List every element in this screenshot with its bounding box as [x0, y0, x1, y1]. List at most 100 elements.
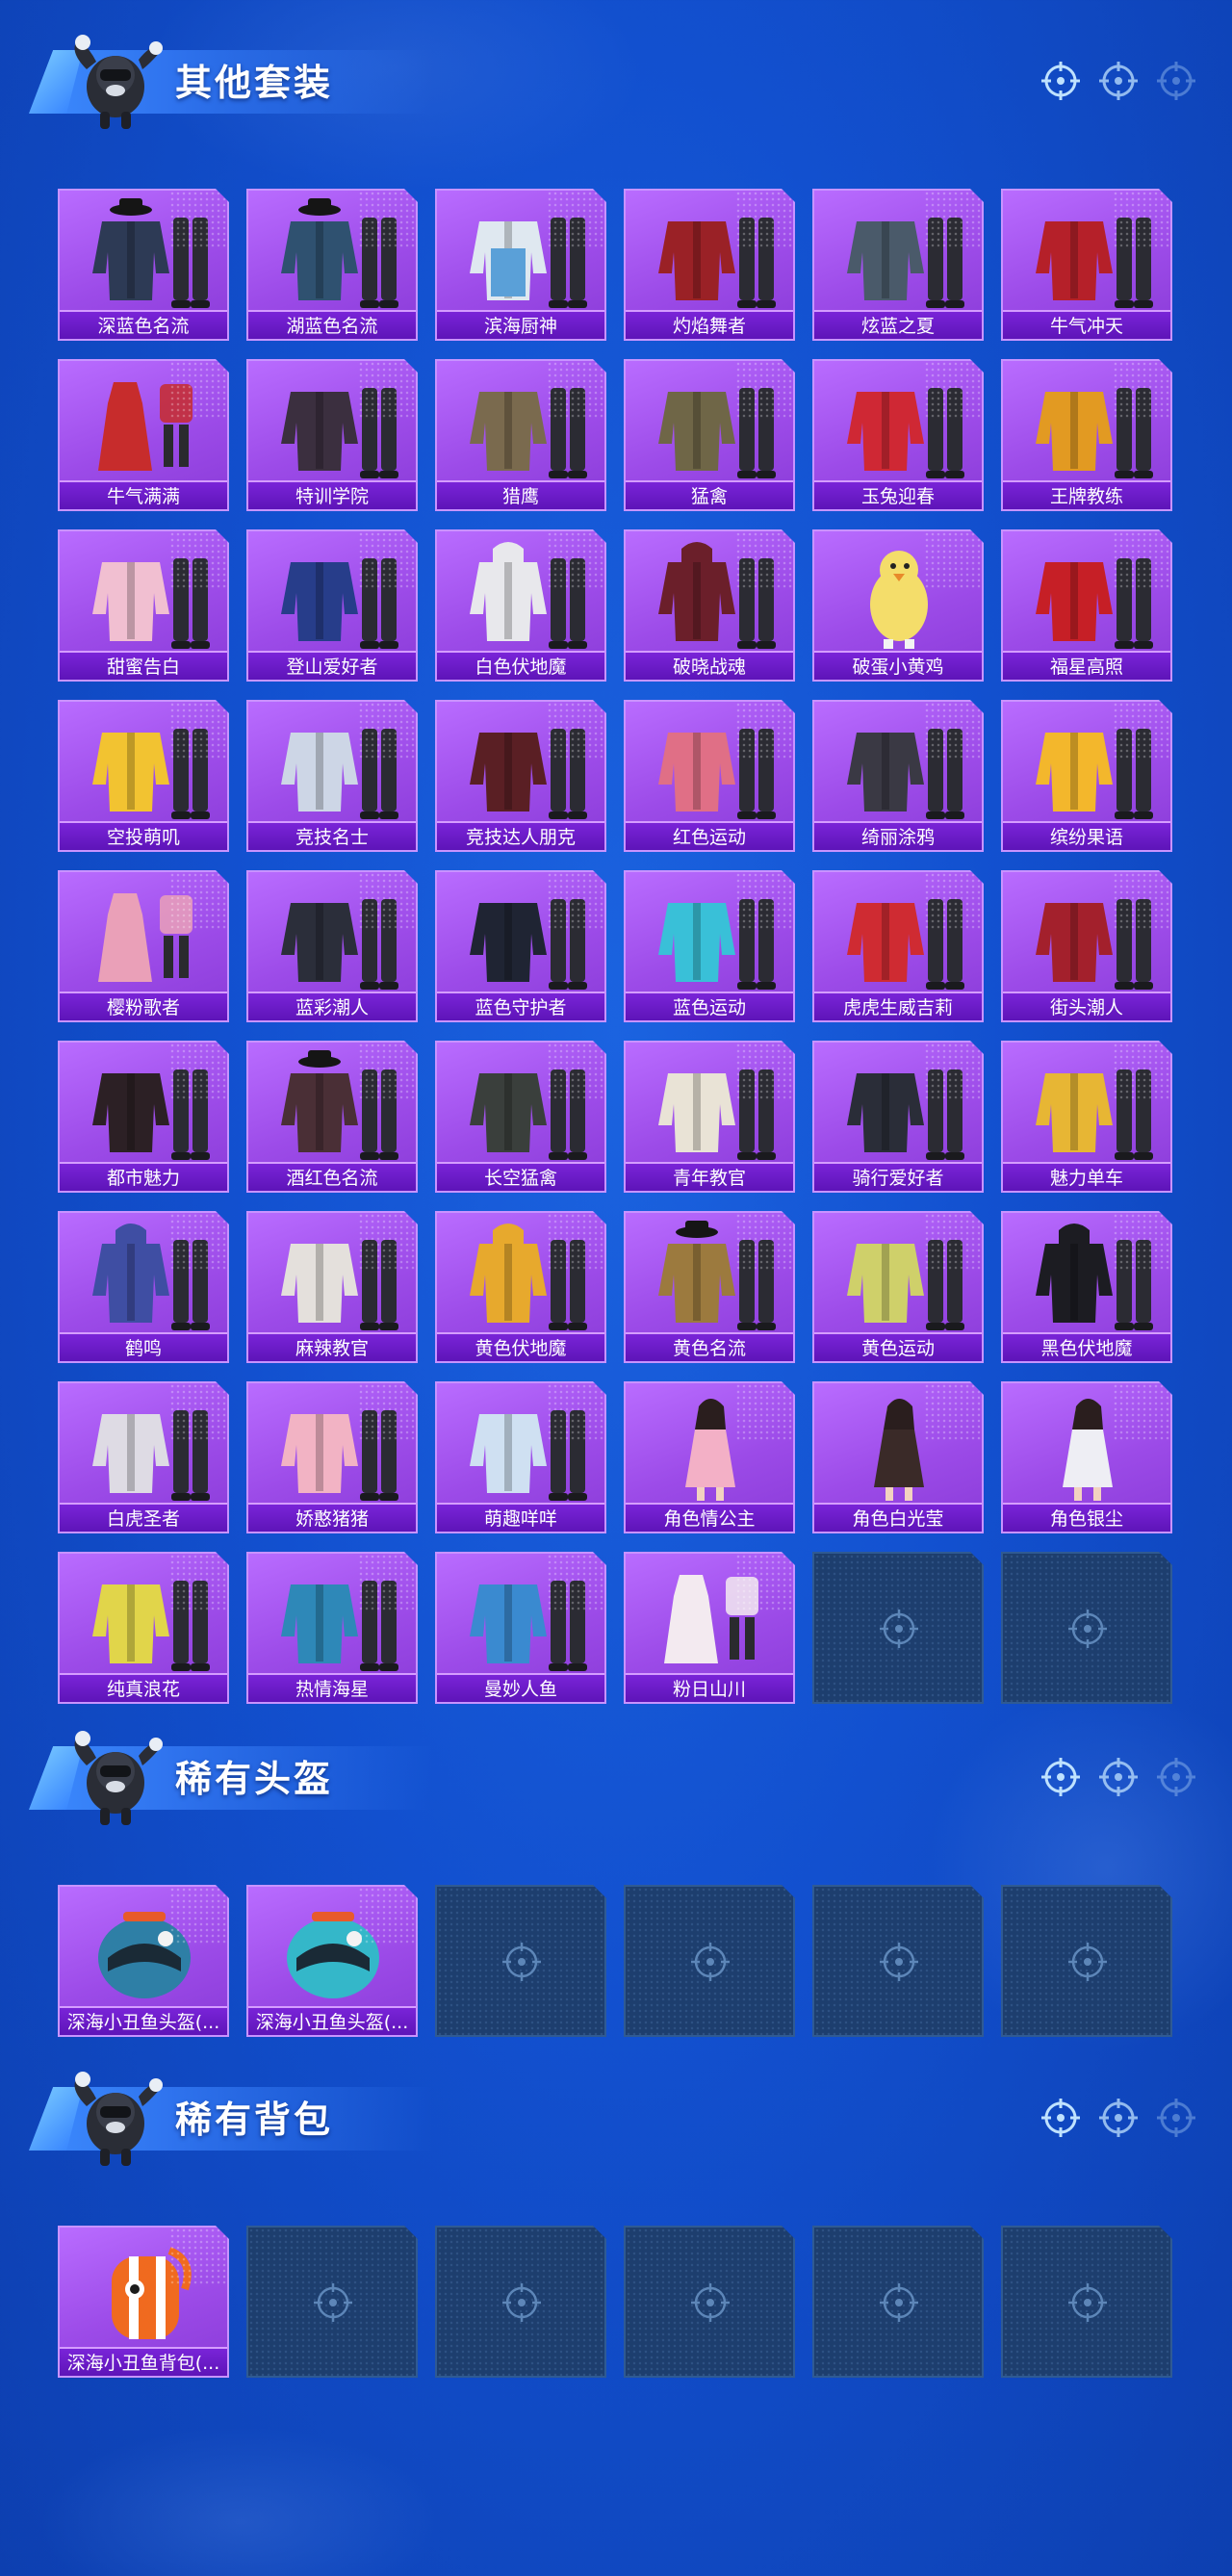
item-card[interactable]: 湖蓝色名流: [246, 189, 418, 341]
item-card[interactable]: 福星高照: [1001, 529, 1172, 682]
item-card[interactable]: 滨海厨神: [435, 189, 606, 341]
crosshair-icon: [1155, 60, 1197, 106]
crosshair-icon: [1040, 1756, 1082, 1802]
item-card[interactable]: 纯真浪花: [58, 1552, 229, 1704]
item-card[interactable]: 酒红色名流: [246, 1041, 418, 1193]
item-label: 角色情公主: [626, 1503, 793, 1532]
item-label: 角色银尘: [1003, 1503, 1170, 1532]
item-label: 竞技名士: [248, 821, 416, 850]
crosshair-icon: [1155, 1756, 1197, 1802]
item-card[interactable]: 王牌教练: [1001, 359, 1172, 511]
item-label: 樱粉歌者: [60, 992, 227, 1020]
item-card[interactable]: 娇憨猪猪: [246, 1381, 418, 1533]
item-card[interactable]: 空投萌叽: [58, 700, 229, 852]
item-card[interactable]: 长空猛禽: [435, 1041, 606, 1193]
item-card[interactable]: 深海小丑鱼头盔(...: [58, 1885, 229, 2037]
item-card[interactable]: 蓝彩潮人: [246, 870, 418, 1022]
crosshair-icon: [1040, 2097, 1082, 2143]
uniform-outfit-icon: [258, 365, 408, 480]
uniform-outfit-icon: [635, 1046, 785, 1162]
item-card[interactable]: 炫蓝之夏: [812, 189, 984, 341]
item-card[interactable]: 青年教官: [624, 1041, 795, 1193]
item-label: 长空猛禽: [437, 1162, 604, 1191]
item-label: 王牌教练: [1003, 480, 1170, 509]
item-card[interactable]: 角色银尘: [1001, 1381, 1172, 1533]
jacket-outfit-icon: [447, 706, 597, 821]
outfit-icon: [69, 1046, 219, 1162]
item-card[interactable]: 麻辣教官: [246, 1211, 418, 1363]
item-card[interactable]: 灼焰舞者: [624, 189, 795, 341]
crosshair-decoration: [1040, 2097, 1197, 2143]
item-card[interactable]: 都市魅力: [58, 1041, 229, 1193]
outfit-icon: [258, 1387, 408, 1503]
item-grid: 深蓝色名流 湖蓝色名流 滨海厨神 灼焰舞者 炫蓝之夏 牛气冲天 牛气满满 特训学…: [58, 189, 1174, 1704]
item-card[interactable]: 蓝色运动: [624, 870, 795, 1022]
item-card[interactable]: 热情海星: [246, 1552, 418, 1704]
mascot-icon: [58, 31, 166, 139]
section-3: 稀有背包 深海小丑鱼背包(...: [0, 2060, 1232, 2378]
item-label: 角色白光莹: [814, 1503, 982, 1532]
item-card[interactable]: 甜蜜告白: [58, 529, 229, 682]
item-card[interactable]: 黄色名流: [624, 1211, 795, 1363]
item-card[interactable]: 白色伏地魔: [435, 529, 606, 682]
item-card[interactable]: 深蓝色名流: [58, 189, 229, 341]
item-grid: 深海小丑鱼头盔(... 深海小丑鱼头盔(...: [58, 1885, 1174, 2037]
crosshair-icon: [687, 1939, 733, 1985]
item-card[interactable]: 魅力单车: [1001, 1041, 1172, 1193]
item-card[interactable]: 街头潮人: [1001, 870, 1172, 1022]
item-card[interactable]: 破晓战魂: [624, 529, 795, 682]
empty-slot: [435, 1885, 606, 2037]
item-label: 登山爱好者: [248, 651, 416, 680]
section-header: 其他套装: [0, 23, 1232, 139]
item-card[interactable]: 黄色伏地魔: [435, 1211, 606, 1363]
item-card[interactable]: 角色情公主: [624, 1381, 795, 1533]
outfit-icon: [447, 1558, 597, 1673]
item-card[interactable]: 黄色运动: [812, 1211, 984, 1363]
coat-outfit-icon: [635, 194, 785, 310]
item-card[interactable]: 竞技达人朋克: [435, 700, 606, 852]
item-card[interactable]: 绮丽涂鸦: [812, 700, 984, 852]
item-card[interactable]: 角色白光莹: [812, 1381, 984, 1533]
jacket-outfit-icon: [447, 1046, 597, 1162]
item-card[interactable]: 缤纷果语: [1001, 700, 1172, 852]
item-card[interactable]: 猎鹰: [435, 359, 606, 511]
item-card[interactable]: 竞技名士: [246, 700, 418, 852]
crosshair-icon: [876, 1606, 922, 1652]
uniform-outfit-icon: [258, 1217, 408, 1332]
jacket-outfit-icon: [258, 706, 408, 821]
item-label: 鹤鸣: [60, 1332, 227, 1361]
item-card[interactable]: 登山爱好者: [246, 529, 418, 682]
item-label: 滨海厨神: [437, 310, 604, 339]
hoodie-outfit-icon: [447, 535, 597, 651]
crosshair-icon: [1097, 60, 1140, 106]
item-card[interactable]: 萌趣咩咩: [435, 1381, 606, 1533]
item-card[interactable]: 玉兔迎春: [812, 359, 984, 511]
item-card[interactable]: 鹤鸣: [58, 1211, 229, 1363]
item-card[interactable]: 猛禽: [624, 359, 795, 511]
item-card[interactable]: 黑色伏地魔: [1001, 1211, 1172, 1363]
item-card[interactable]: 粉日山川: [624, 1552, 795, 1704]
section-title: 稀有头盔: [175, 1758, 334, 1800]
item-card[interactable]: 破蛋小黄鸡: [812, 529, 984, 682]
item-label: 街头潮人: [1003, 992, 1170, 1020]
item-card[interactable]: 骑行爱好者: [812, 1041, 984, 1193]
item-label: 虎虎生威吉莉: [814, 992, 982, 1020]
item-label: 都市魅力: [60, 1162, 227, 1191]
empty-slot: [624, 1885, 795, 2037]
item-label: 热情海星: [248, 1673, 416, 1702]
outfit-icon: [824, 876, 974, 992]
item-card[interactable]: 深海小丑鱼头盔(...: [246, 1885, 418, 2037]
item-card[interactable]: 深海小丑鱼背包(...: [58, 2226, 229, 2378]
item-card[interactable]: 虎虎生威吉莉: [812, 870, 984, 1022]
item-card[interactable]: 蓝色守护者: [435, 870, 606, 1022]
item-label: 玉兔迎春: [814, 480, 982, 509]
item-card[interactable]: 牛气满满: [58, 359, 229, 511]
item-card[interactable]: 曼妙人鱼: [435, 1552, 606, 1704]
item-label: 福星高照: [1003, 651, 1170, 680]
item-card[interactable]: 白虎圣者: [58, 1381, 229, 1533]
item-card[interactable]: 牛气冲天: [1001, 189, 1172, 341]
item-card[interactable]: 特训学院: [246, 359, 418, 511]
item-card[interactable]: 樱粉歌者: [58, 870, 229, 1022]
jacket-outfit-icon: [258, 876, 408, 992]
item-card[interactable]: 红色运动: [624, 700, 795, 852]
